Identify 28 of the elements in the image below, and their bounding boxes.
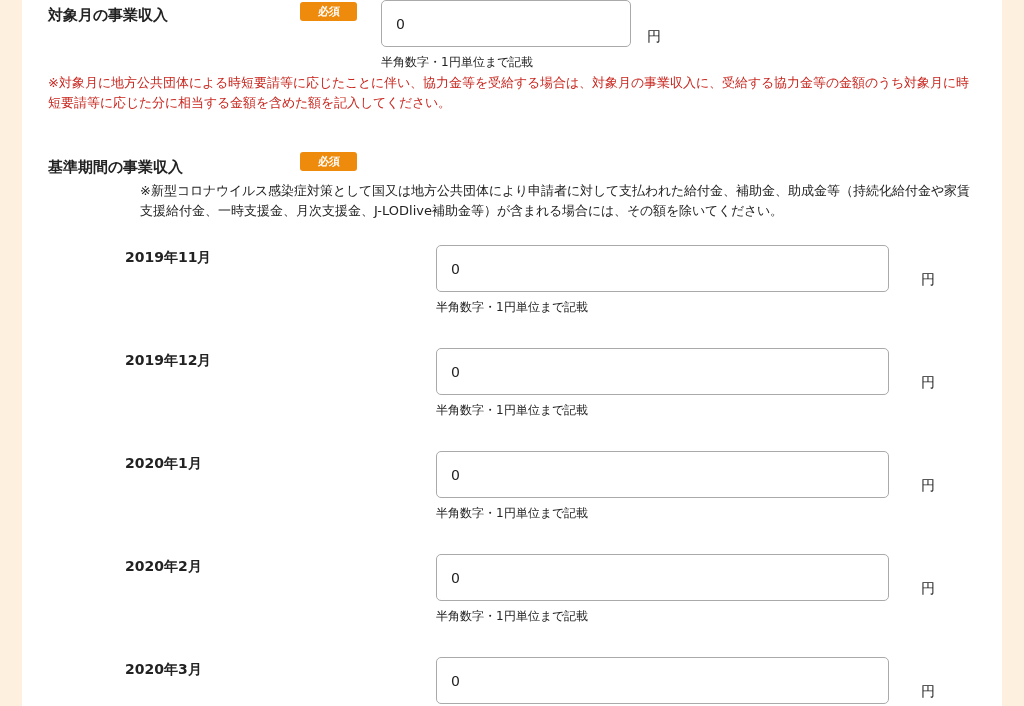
month-label: 2020年1月 [125,454,203,473]
input-field[interactable]: 0 [436,657,889,704]
input-field[interactable]: 0 [436,245,889,292]
hint-text: 半角数字・1円単位まで記載 [436,608,589,625]
required-tag: 必須 [300,152,357,171]
field-label: 対象月の事業収入 [48,5,169,25]
month-label: 2020年2月 [125,557,203,576]
hint-text: 半角数字・1円単位まで記載 [436,402,589,419]
hint-text: 半角数字・1円単位まで記載 [436,505,589,522]
unit-label: 円 [921,683,935,701]
input-field[interactable]: 0 [436,348,889,395]
note-text: ※新型コロナウイルス感染症対策として国又は地方公共団体により申請者に対して支払われた給付金、補助金、助成金等（持続化給付金や家賃支援給付金、一時支援金、月次支援金、J-LODlive補助金等）が含まれる場合には、その額を除いてください。 [140,182,971,220]
required-tag: 必須 [300,2,357,21]
month-label: 2019年12月 [125,351,213,370]
hint-text: 半角数字・1円単位まで記載 [436,299,589,316]
input-field[interactable]: 0 [436,554,889,601]
unit-label: 円 [921,374,935,392]
month-label: 2020年3月 [125,660,203,679]
unit-label: 円 [921,271,935,289]
note-text: ※対象月に地方公共団体による時短要請等に応じたことに伴い、協力金等を受給する場合は、対象月の事業収入に、受給する協力金等の金額のうち対象月に時短要請等に応じた分に相当する金額を含めた額を記入してください。 [48,74,970,112]
month-label: 2019年11月 [125,248,213,267]
input-field[interactable]: 0 [436,451,889,498]
field-label: 基準期間の事業収入 [48,157,184,177]
unit-label: 円 [921,477,935,495]
unit-label: 円 [921,580,935,598]
unit-label: 円 [647,28,661,46]
hint-text: 半角数字・1円単位まで記載 [381,54,534,71]
input-field[interactable]: 0 [381,0,631,47]
